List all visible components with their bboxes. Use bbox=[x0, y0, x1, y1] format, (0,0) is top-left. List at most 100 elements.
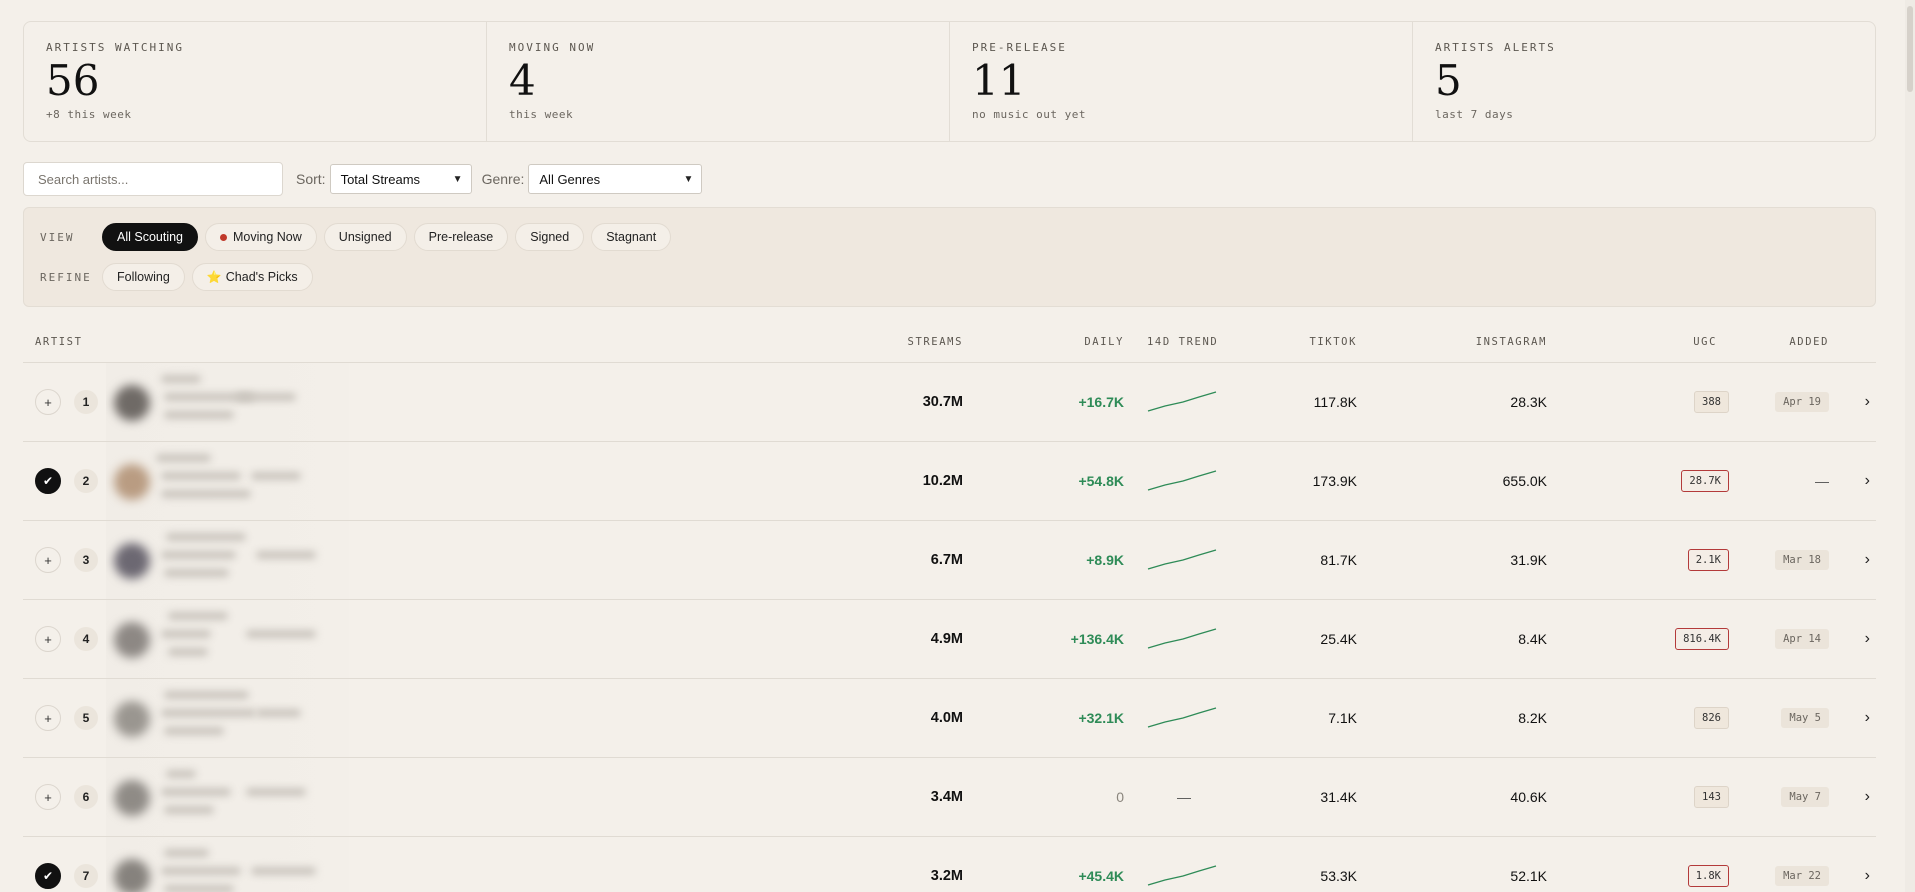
streams-value: 10.2M bbox=[922, 473, 963, 489]
view-label: VIEW bbox=[40, 230, 75, 244]
chevron-right-icon[interactable]: › bbox=[1865, 551, 1870, 569]
header-ugc[interactable]: UGC bbox=[1693, 336, 1717, 348]
chip-all-scouting[interactable]: All Scouting bbox=[102, 223, 199, 251]
artist-info-blurred bbox=[161, 375, 201, 383]
chip-label: Unsigned bbox=[338, 230, 392, 244]
chip-unsigned[interactable]: Unsigned bbox=[323, 223, 407, 251]
artist-avatar bbox=[114, 701, 150, 737]
tiktok-cell: 173.9K bbox=[1313, 442, 1357, 520]
artist-info-blurred bbox=[256, 709, 301, 717]
header-instagram[interactable]: INSTAGRAM bbox=[1476, 336, 1547, 348]
row-open-cell[interactable]: › bbox=[1865, 600, 1870, 678]
artist-cell-blurred[interactable] bbox=[106, 679, 349, 757]
stat-artists-watching: ARTISTS WATCHING 56 +8 this week bbox=[24, 22, 487, 141]
view-filter-row: VIEW All Scouting Moving Now Unsigned Pr… bbox=[40, 223, 678, 251]
ugc-badge: 143 bbox=[1694, 786, 1729, 808]
genre-select[interactable]: All Genres ▼ bbox=[528, 164, 703, 194]
streams-cell: 4.0M bbox=[931, 679, 963, 757]
chevron-right-icon[interactable]: › bbox=[1865, 867, 1870, 885]
stat-value: 56 bbox=[46, 56, 100, 105]
instagram-cell: 52.1K bbox=[1510, 837, 1547, 892]
sort-select[interactable]: Total Streams ▼ bbox=[329, 164, 472, 194]
ugc-cell: 388 bbox=[1694, 363, 1729, 441]
table-row[interactable]: + 1 30.7M +16.7K 117.8K 28.3K 388 Apr 19… bbox=[23, 363, 1876, 442]
row-open-cell[interactable]: › bbox=[1865, 679, 1870, 757]
added-cell: Apr 14 bbox=[1775, 600, 1829, 678]
artist-cell-blurred[interactable] bbox=[106, 521, 349, 599]
row-open-cell[interactable]: › bbox=[1865, 363, 1870, 441]
follow-plus-icon[interactable]: + bbox=[35, 705, 61, 731]
artist-cell-blurred[interactable] bbox=[106, 442, 349, 520]
artist-info-blurred bbox=[246, 630, 316, 638]
follow-plus-icon[interactable]: + bbox=[35, 389, 61, 415]
row-open-cell[interactable]: › bbox=[1865, 758, 1870, 836]
chip-following[interactable]: Following bbox=[102, 263, 185, 291]
tiktok-cell: 7.1K bbox=[1328, 679, 1357, 757]
chip-signed[interactable]: Signed bbox=[515, 223, 585, 251]
stat-sub: last 7 days bbox=[1435, 108, 1514, 121]
tiktok-cell: 31.4K bbox=[1320, 758, 1357, 836]
ugc-badge: 388 bbox=[1694, 391, 1729, 413]
stats-bar: ARTISTS WATCHING 56 +8 this week MOVING … bbox=[23, 21, 1876, 142]
instagram-value: 655.0K bbox=[1502, 473, 1547, 489]
chip-pre-release[interactable]: Pre-release bbox=[413, 223, 509, 251]
table-row[interactable]: ✔ 2 10.2M +54.8K 173.9K 655.0K 28.7K — › bbox=[23, 442, 1876, 521]
ugc-badge: 816.4K bbox=[1675, 628, 1729, 650]
artist-info-blurred bbox=[161, 709, 256, 717]
streams-cell: 3.2M bbox=[931, 837, 963, 892]
artist-cell-blurred[interactable] bbox=[106, 600, 349, 678]
search-input[interactable] bbox=[23, 162, 283, 196]
chevron-down-icon: ▼ bbox=[452, 173, 463, 185]
trend-sparkline bbox=[1147, 865, 1217, 886]
header-added[interactable]: ADDED bbox=[1789, 336, 1829, 348]
row-open-cell[interactable]: › bbox=[1865, 521, 1870, 599]
chip-moving-now[interactable]: Moving Now bbox=[205, 223, 317, 251]
chip-chads-picks[interactable]: ⭐ Chad's Picks bbox=[191, 263, 313, 291]
table-row[interactable]: + 3 6.7M +8.9K 81.7K 31.9K 2.1K Mar 18 › bbox=[23, 521, 1876, 600]
page-scrollbar[interactable] bbox=[1905, 0, 1915, 892]
artist-info-blurred bbox=[161, 867, 241, 875]
table-row[interactable]: ✔ 7 3.2M +45.4K 53.3K 52.1K 1.8K Mar 22 … bbox=[23, 837, 1876, 892]
follow-plus-icon[interactable]: + bbox=[35, 547, 61, 573]
artist-cell-blurred[interactable] bbox=[106, 758, 349, 836]
artist-cell-blurred[interactable] bbox=[106, 837, 349, 892]
table-row[interactable]: + 6 3.4M 0 — 31.4K 40.6K 143 May 7 › bbox=[23, 758, 1876, 837]
following-check-icon[interactable]: ✔ bbox=[35, 863, 61, 889]
chip-stagnant[interactable]: Stagnant bbox=[591, 223, 672, 251]
refine-label: REFINE bbox=[40, 270, 92, 284]
header-daily[interactable]: DAILY bbox=[1084, 336, 1124, 348]
streams-value: 3.4M bbox=[930, 789, 963, 805]
follow-plus-icon[interactable]: + bbox=[35, 784, 61, 810]
following-check-icon[interactable]: ✔ bbox=[35, 468, 61, 494]
chevron-right-icon[interactable]: › bbox=[1865, 788, 1870, 806]
rank-badge: 2 bbox=[74, 469, 98, 493]
chevron-right-icon[interactable]: › bbox=[1865, 472, 1870, 490]
chevron-right-icon[interactable]: › bbox=[1865, 630, 1870, 648]
stat-label: MOVING NOW bbox=[509, 41, 596, 54]
daily-value: +32.1K bbox=[1078, 710, 1124, 726]
sort-select-value: Total Streams bbox=[340, 171, 421, 187]
artist-info-blurred bbox=[161, 551, 236, 559]
added-cell: May 5 bbox=[1781, 679, 1829, 757]
row-open-cell[interactable]: › bbox=[1865, 837, 1870, 892]
added-cell: Apr 19 bbox=[1775, 363, 1829, 441]
chevron-right-icon[interactable]: › bbox=[1865, 393, 1870, 411]
trend-flat-dash: — bbox=[1177, 789, 1191, 805]
instagram-cell: 655.0K bbox=[1503, 442, 1547, 520]
stat-value: 11 bbox=[972, 56, 1026, 105]
header-streams[interactable]: STREAMS bbox=[908, 336, 963, 348]
artist-avatar bbox=[114, 543, 150, 579]
row-open-cell[interactable]: › bbox=[1865, 442, 1870, 520]
table-row[interactable]: + 5 4.0M +32.1K 7.1K 8.2K 826 May 5 › bbox=[23, 679, 1876, 758]
header-artist[interactable]: ARTIST bbox=[35, 336, 83, 348]
header-tiktok[interactable]: TIKTOK bbox=[1309, 336, 1357, 348]
chevron-right-icon[interactable]: › bbox=[1865, 709, 1870, 727]
daily-cell: +32.1K bbox=[1078, 679, 1124, 757]
table-row[interactable]: + 4 4.9M +136.4K 25.4K 8.4K 816.4K Apr 1… bbox=[23, 600, 1876, 679]
follow-plus-icon[interactable]: + bbox=[35, 626, 61, 652]
scrollbar-thumb[interactable] bbox=[1907, 6, 1913, 92]
artist-cell-blurred[interactable] bbox=[106, 363, 349, 441]
tiktok-value: 173.9K bbox=[1312, 473, 1357, 489]
ugc-cell: 1.8K bbox=[1687, 837, 1729, 892]
artist-info-blurred bbox=[246, 788, 306, 796]
